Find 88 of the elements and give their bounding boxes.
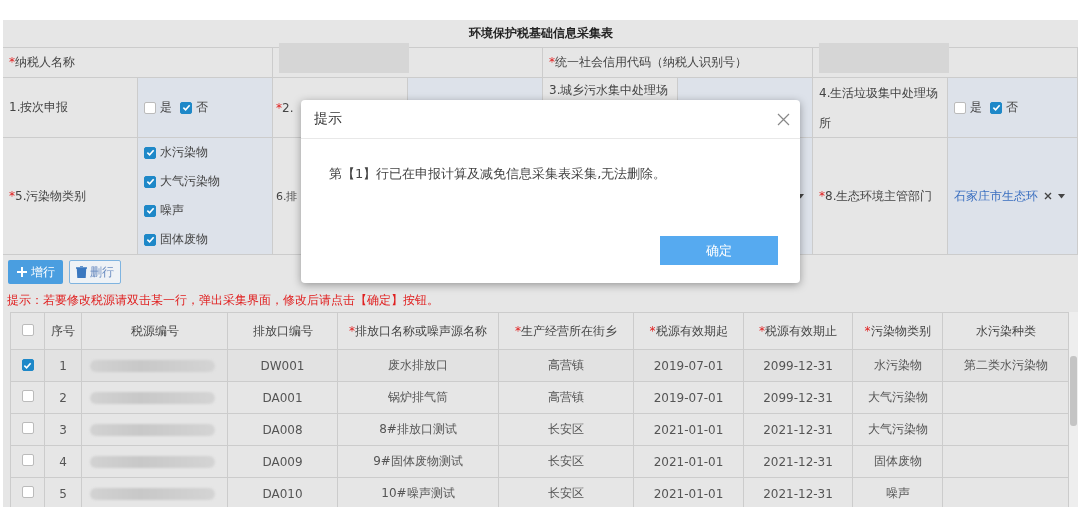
column-header: 排放口编号 (227, 312, 338, 350)
value-cell[interactable]: 是 否 (138, 78, 273, 138)
table-cell: DA009 (227, 445, 338, 478)
field-label: *统一社会信用代码（纳税人识别号） (549, 55, 747, 69)
option-label: 噪声 (160, 202, 184, 219)
table-cell: 第二类水污染物 (942, 349, 1069, 382)
table-cell: 2099-12-31 (743, 381, 853, 414)
select-value[interactable]: 石家庄市生态环 (954, 187, 1038, 205)
checkbox[interactable] (144, 233, 156, 246)
delete-row-button[interactable]: 删行 (69, 260, 121, 284)
field-label: 3.城乡污水集中处理场 (549, 83, 669, 97)
table-cell: 8#排放口测试 (337, 413, 499, 446)
row-checkbox[interactable] (21, 454, 34, 466)
option-label: 是 (160, 99, 172, 116)
table-cell: 长安区 (498, 477, 634, 507)
value-cell[interactable]: 是 否 (948, 78, 1078, 138)
hint-text: 提示：若要修改税源请双击某一行，弹出采集界面，修改后请点击【确定】按钮。 (6, 292, 440, 309)
table-cell: 大气污染物 (852, 381, 943, 414)
table-cell: 2019-07-01 (633, 381, 744, 414)
table-cell: 固体废物 (852, 445, 943, 478)
trash-icon (76, 266, 87, 278)
table-cell: DA001 (227, 381, 338, 414)
column-header: *税源有效期起 (633, 312, 744, 350)
table-cell: 2099-12-31 (743, 349, 853, 382)
field-label: *5.污染物类别 (9, 188, 87, 203)
field-label: *纳税人名称 (9, 55, 75, 69)
table-cell: 废水排放口 (337, 349, 499, 382)
table-cell: 2021-01-01 (633, 413, 744, 446)
table-cell: 噪声 (852, 477, 943, 507)
value-cell[interactable]: 水污染物 大气污染物 噪声 固体废物 (138, 138, 273, 255)
value-cell[interactable]: 石家庄市生态环 (948, 138, 1078, 255)
table-cell: 2021-12-31 (743, 413, 853, 446)
option-label: 否 (1006, 99, 1018, 116)
table-cell: 2019-07-01 (633, 349, 744, 382)
column-header: *税源有效期止 (743, 312, 853, 350)
row-checkbox[interactable] (21, 390, 34, 402)
table-cell: 10#噪声测试 (337, 477, 499, 507)
option-label: 水污染物 (160, 144, 208, 161)
checkbox[interactable] (180, 101, 192, 114)
field-label: *2. (276, 100, 294, 115)
option-label: 大气污染物 (160, 173, 220, 190)
checkbox[interactable] (144, 204, 156, 217)
checkbox[interactable] (144, 175, 156, 188)
dialog-title: 提示 (314, 110, 342, 128)
field-label: 1.按次申报 (9, 100, 69, 114)
checkbox[interactable] (144, 101, 156, 114)
clear-icon[interactable] (1044, 192, 1052, 200)
table-cell: 长安区 (498, 445, 634, 478)
column-header: *污染物类别 (852, 312, 943, 350)
table-cell: 2021-12-31 (743, 445, 853, 478)
table-cell: 9#固体废物测试 (337, 445, 499, 478)
column-header: *排放口名称或噪声源名称 (337, 312, 499, 350)
table-cell: 锅炉排气筒 (337, 381, 499, 414)
select-all-checkbox[interactable] (21, 323, 34, 336)
close-icon[interactable] (777, 112, 790, 126)
option-label: 是 (970, 99, 982, 116)
field-label: 4.生活垃圾集中处理场所 (819, 84, 940, 132)
table-cell: 水污染物 (852, 349, 943, 382)
scrollbar[interactable] (1069, 312, 1078, 507)
row-checkbox[interactable] (21, 359, 34, 371)
row-checkbox[interactable] (21, 422, 34, 434)
caret-icon[interactable] (1058, 193, 1065, 199)
table-cell: 长安区 (498, 413, 634, 446)
table-cell: DA010 (227, 477, 338, 507)
confirm-button[interactable]: 确定 (660, 236, 778, 265)
table-cell: DW001 (227, 349, 338, 382)
option-label: 固体废物 (160, 231, 208, 248)
dialog-message: 第【1】行已在申报计算及减免信息采集表采集,无法删除。 (329, 165, 668, 183)
checkbox[interactable] (144, 146, 156, 159)
field-label: 6.排 (276, 189, 298, 203)
column-header: 税源编号 (81, 312, 228, 350)
table-cell: DA008 (227, 413, 338, 446)
plus-icon (16, 266, 28, 278)
table-cell: 高营镇 (498, 349, 634, 382)
table-cell: 2021-01-01 (633, 477, 744, 507)
column-header: 水污染种类 (942, 312, 1069, 350)
table-cell: 高营镇 (498, 381, 634, 414)
table-cell: 2021-12-31 (743, 477, 853, 507)
table-cell: 大气污染物 (852, 413, 943, 446)
row-checkbox[interactable] (21, 486, 34, 498)
checkbox[interactable] (954, 101, 966, 114)
option-label: 否 (196, 99, 208, 116)
field-label: *8.生态环境主管部门 (819, 188, 933, 203)
column-header: *生产经营所在街乡 (498, 312, 634, 350)
table-cell: 2021-01-01 (633, 445, 744, 478)
add-row-button[interactable]: 增行 (8, 260, 63, 284)
checkbox[interactable] (990, 101, 1002, 114)
column-header: 序号 (44, 312, 82, 350)
